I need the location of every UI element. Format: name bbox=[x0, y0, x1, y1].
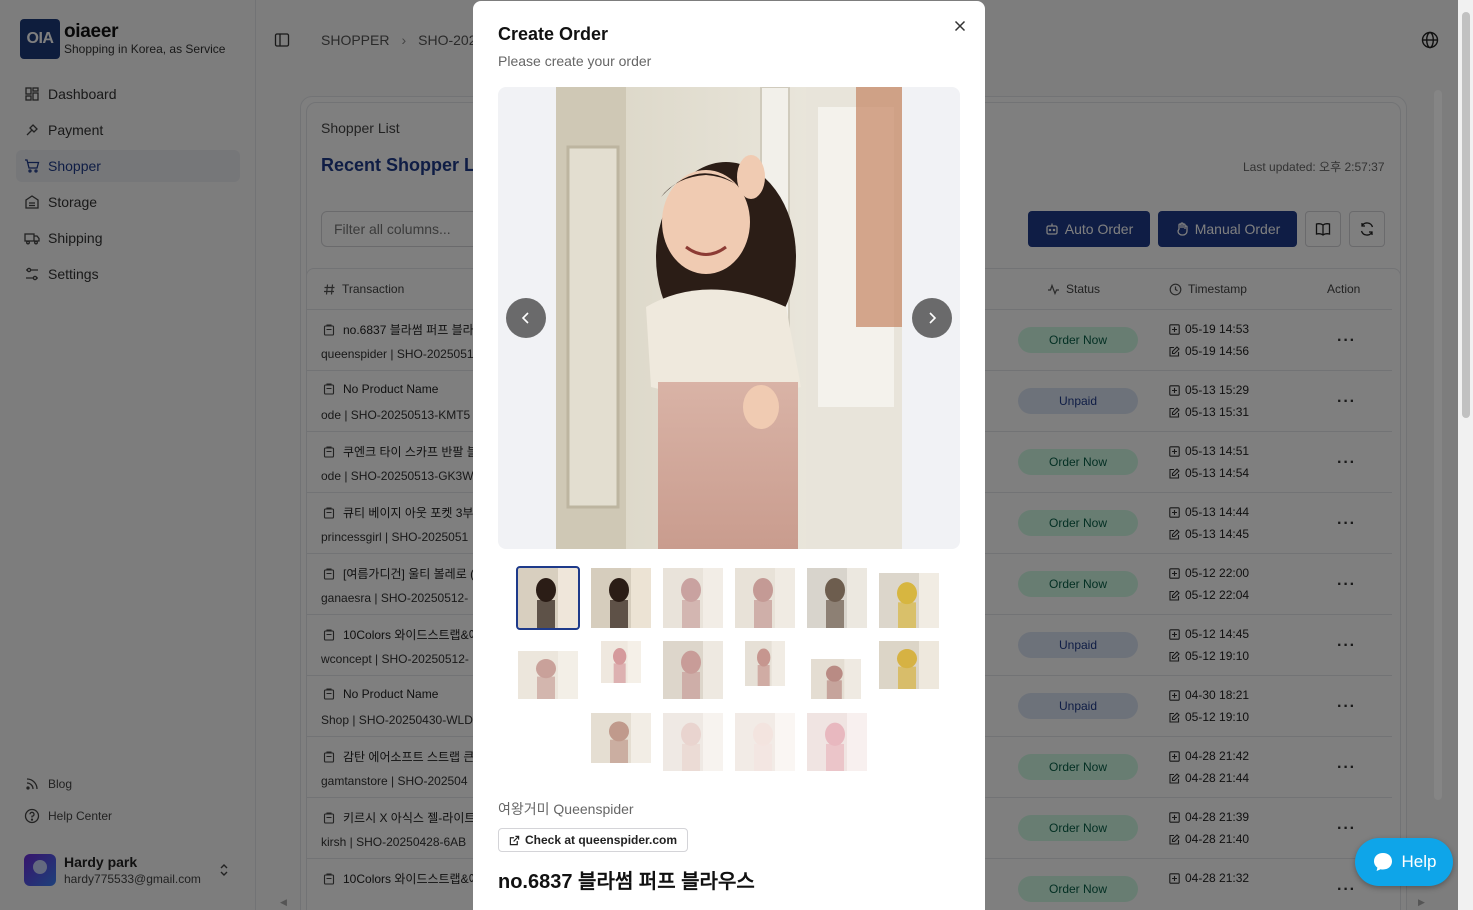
thumbnail-image bbox=[735, 568, 795, 628]
create-order-modal: Create Order Please create your order 여왕… bbox=[473, 1, 985, 910]
page-scrollbar-thumb[interactable] bbox=[1462, 12, 1470, 418]
modal-title: Create Order bbox=[498, 24, 609, 44]
thumbnail-image bbox=[591, 568, 651, 628]
modal-subtitle: Please create your order bbox=[498, 53, 652, 69]
thumbnail-image bbox=[879, 573, 939, 628]
thumbnail-image bbox=[663, 641, 723, 699]
thumbnail-image bbox=[518, 651, 578, 699]
gallery-thumbnail[interactable] bbox=[591, 568, 651, 628]
thumbnail-image bbox=[807, 713, 867, 771]
scroll-right-arrow-icon[interactable]: ▶ bbox=[1418, 897, 1425, 908]
thumbnail-image bbox=[745, 641, 785, 686]
gallery-thumbnail[interactable] bbox=[811, 659, 861, 699]
gallery-thumbnail[interactable] bbox=[663, 641, 723, 699]
thumbnail-image bbox=[663, 713, 723, 771]
gallery-thumbnail[interactable] bbox=[879, 573, 939, 628]
gallery-thumbnail[interactable] bbox=[516, 566, 580, 630]
gallery-thumbnail[interactable] bbox=[591, 713, 651, 763]
gallery-thumbnail[interactable] bbox=[735, 568, 795, 628]
chevron-left-icon bbox=[521, 312, 529, 324]
gallery-thumbnail[interactable] bbox=[807, 568, 867, 628]
gallery-prev-button[interactable] bbox=[506, 298, 546, 338]
gallery-thumbnail[interactable] bbox=[879, 641, 939, 689]
thumbnail-image bbox=[663, 568, 723, 628]
close-icon[interactable] bbox=[952, 18, 968, 34]
thumbnail-image bbox=[601, 641, 641, 683]
gallery-next-button[interactable] bbox=[912, 298, 952, 338]
product-gallery bbox=[498, 87, 960, 549]
gallery-thumbnail[interactable] bbox=[601, 641, 641, 683]
chat-bubble-icon bbox=[1373, 853, 1392, 871]
gallery-thumbnail[interactable] bbox=[518, 651, 578, 699]
thumbnail-image bbox=[735, 713, 795, 771]
product-main-image bbox=[556, 87, 902, 549]
table-scrollbar-thumb[interactable] bbox=[1434, 90, 1442, 800]
product-title: no.6837 블라썸 퍼프 블라우스 bbox=[498, 871, 755, 893]
help-label: Help bbox=[1401, 852, 1437, 871]
gallery-thumbnail[interactable] bbox=[663, 713, 723, 771]
gallery-thumbnail[interactable] bbox=[807, 713, 867, 771]
gallery-thumbnail[interactable] bbox=[735, 713, 795, 771]
check-at-shop-label: Check at queenspider.com bbox=[525, 833, 678, 847]
help-button[interactable]: Help bbox=[1355, 838, 1453, 886]
check-at-shop-link[interactable]: Check at queenspider.com bbox=[498, 828, 689, 852]
scroll-left-arrow-icon[interactable]: ◀ bbox=[280, 897, 287, 908]
thumbnail-image bbox=[879, 641, 939, 689]
gallery-thumbnail[interactable] bbox=[663, 568, 723, 628]
gallery-thumbnail[interactable] bbox=[745, 641, 785, 686]
shop-brand: 여왕거미 Queenspider bbox=[498, 801, 634, 817]
chevron-right-icon bbox=[929, 312, 937, 324]
external-link-icon bbox=[509, 835, 520, 845]
thumbnail-image bbox=[807, 568, 867, 628]
thumbnail-image bbox=[811, 659, 861, 699]
thumbnail-image bbox=[591, 713, 651, 763]
thumbnail-image bbox=[518, 568, 578, 628]
